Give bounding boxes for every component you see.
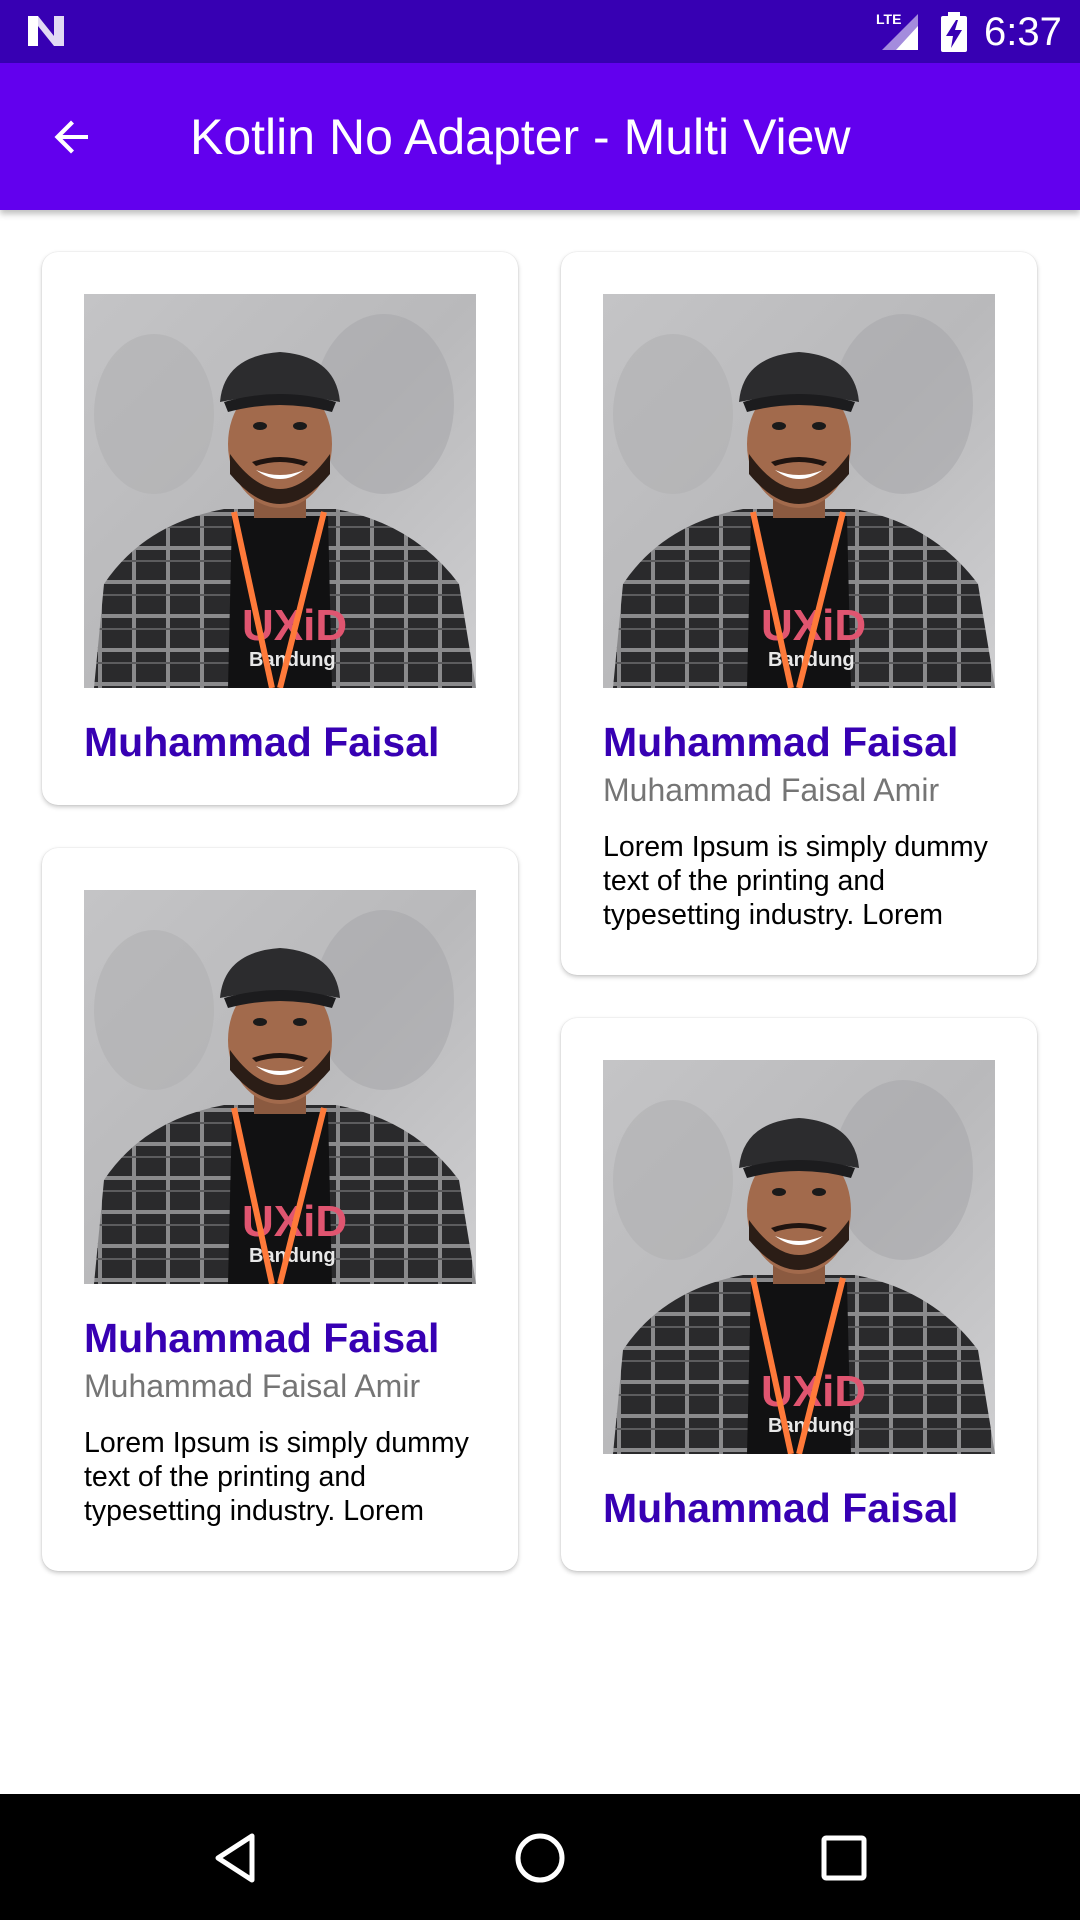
card-subtitle: Muhammad Faisal Amir [84,1368,421,1404]
card-description: Lorem Ipsum is simply dummy text of the … [603,831,988,931]
app-bar: Kotlin No Adapter - Multi View [0,63,1080,210]
navigation-bar [0,1794,1080,1920]
n-logo-icon [28,16,64,46]
card-name: Muhammad Faisal [603,719,959,765]
profile-card[interactable]: Muhammad Faisal Muhammad Faisal Amir Lor… [561,252,1037,975]
page-title: Kotlin No Adapter - Multi View [190,109,851,165]
lte-signal-icon: LTE [876,11,918,50]
profile-photo [603,1060,995,1454]
battery-charging-icon [941,12,967,52]
status-time: 6:37 [984,10,1062,54]
profile-photo [84,890,476,1284]
recents-square-icon[interactable] [816,1830,872,1886]
home-circle-icon[interactable] [512,1830,568,1886]
profile-card[interactable]: Muhammad Faisal [42,252,518,805]
arrow-back-icon[interactable] [48,113,96,161]
card-name: Muhammad Faisal [84,1315,440,1361]
card-name: Muhammad Faisal [603,1485,959,1531]
card-name: Muhammad Faisal [84,719,440,765]
back-triangle-icon[interactable] [208,1830,264,1886]
card-description: Lorem Ipsum is simply dummy text of the … [84,1427,469,1527]
network-label: LTE [876,11,901,27]
card-subtitle: Muhammad Faisal Amir [603,772,940,808]
profile-card[interactable]: Muhammad Faisal [561,1018,1037,1571]
profile-card[interactable]: Muhammad Faisal Muhammad Faisal Amir Lor… [42,848,518,1571]
profile-photo [603,294,995,688]
status-bar: LTE 6:37 [0,0,1080,63]
profile-photo [84,294,476,688]
